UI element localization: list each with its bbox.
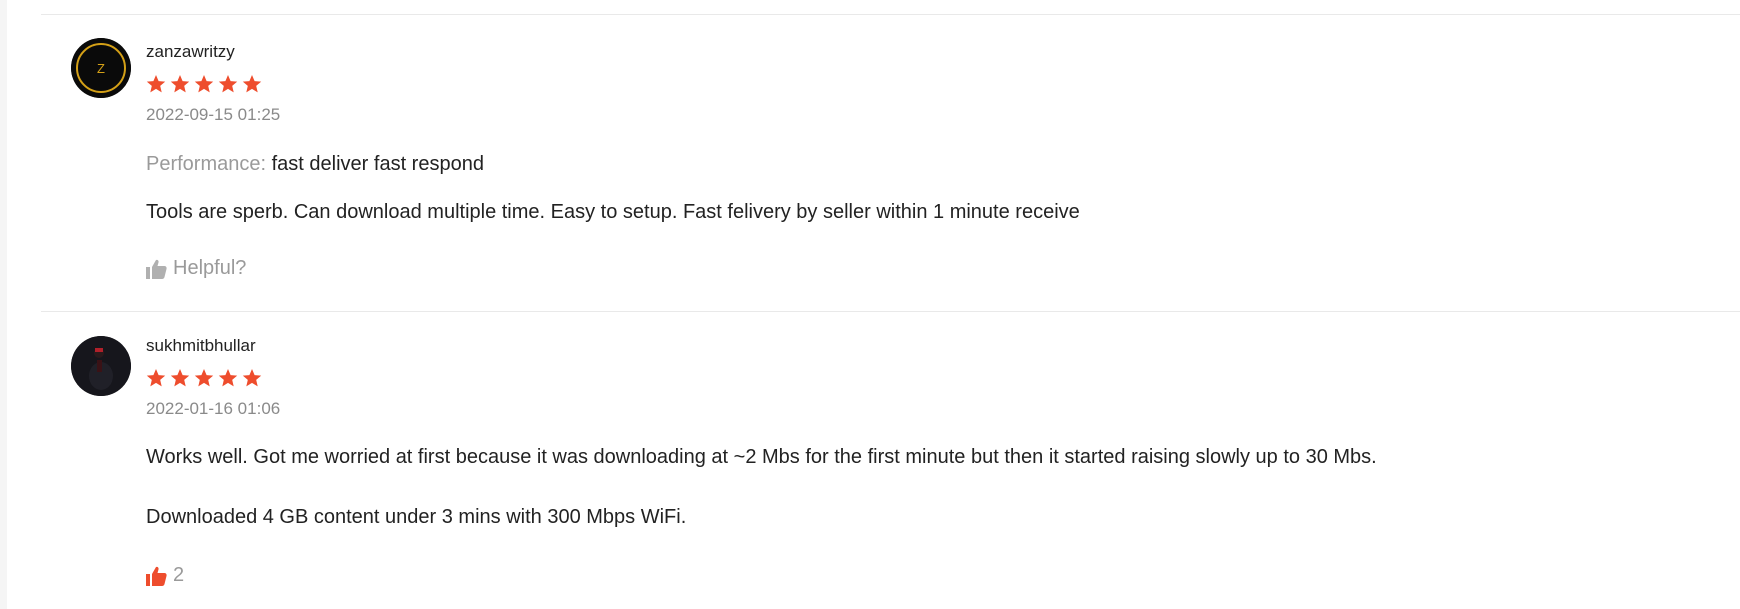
performance-label: Performance: <box>146 153 267 175</box>
star-icon <box>146 75 166 93</box>
helpful-label: Helpful? <box>173 257 247 279</box>
username[interactable]: zanzawritzy <box>146 42 235 62</box>
star-icon <box>218 369 238 387</box>
avatar-logo-icon: Z <box>71 38 131 98</box>
left-edge <box>0 0 7 609</box>
review-text: Tools are sperb. Can download multiple t… <box>146 201 1080 223</box>
avatar[interactable] <box>71 336 131 396</box>
performance-line: Performance: fast deliver fast respond <box>146 153 484 176</box>
helpful-count: 2 <box>173 564 185 586</box>
rating-stars <box>146 74 262 94</box>
review-text: Downloaded 4 GB content under 3 mins wit… <box>146 506 687 528</box>
review-text: Works well. Got me worried at first beca… <box>146 446 1377 468</box>
star-icon <box>146 369 166 387</box>
review-divider <box>41 311 1740 312</box>
star-icon <box>242 75 262 93</box>
helpful-button[interactable]: 2 <box>146 564 184 587</box>
avatar-silhouette-icon <box>71 336 131 396</box>
star-icon <box>194 369 214 387</box>
star-icon <box>242 369 262 387</box>
review-divider-top <box>41 14 1740 15</box>
star-icon <box>218 75 238 93</box>
avatar[interactable]: Z <box>71 38 131 98</box>
username[interactable]: sukhmitbhullar <box>146 336 256 356</box>
star-icon <box>170 75 190 93</box>
avatar-initial: Z <box>97 61 105 76</box>
review-date: 2022-09-15 01:25 <box>146 105 281 124</box>
star-icon <box>194 75 214 93</box>
performance-value: fast deliver fast respond <box>271 153 484 175</box>
thumbs-up-icon <box>146 259 167 279</box>
review-date: 2022-01-16 01:06 <box>146 399 281 418</box>
helpful-button[interactable]: Helpful? <box>146 257 246 280</box>
thumbs-up-icon <box>146 566 167 586</box>
rating-stars <box>146 368 262 388</box>
star-icon <box>170 369 190 387</box>
